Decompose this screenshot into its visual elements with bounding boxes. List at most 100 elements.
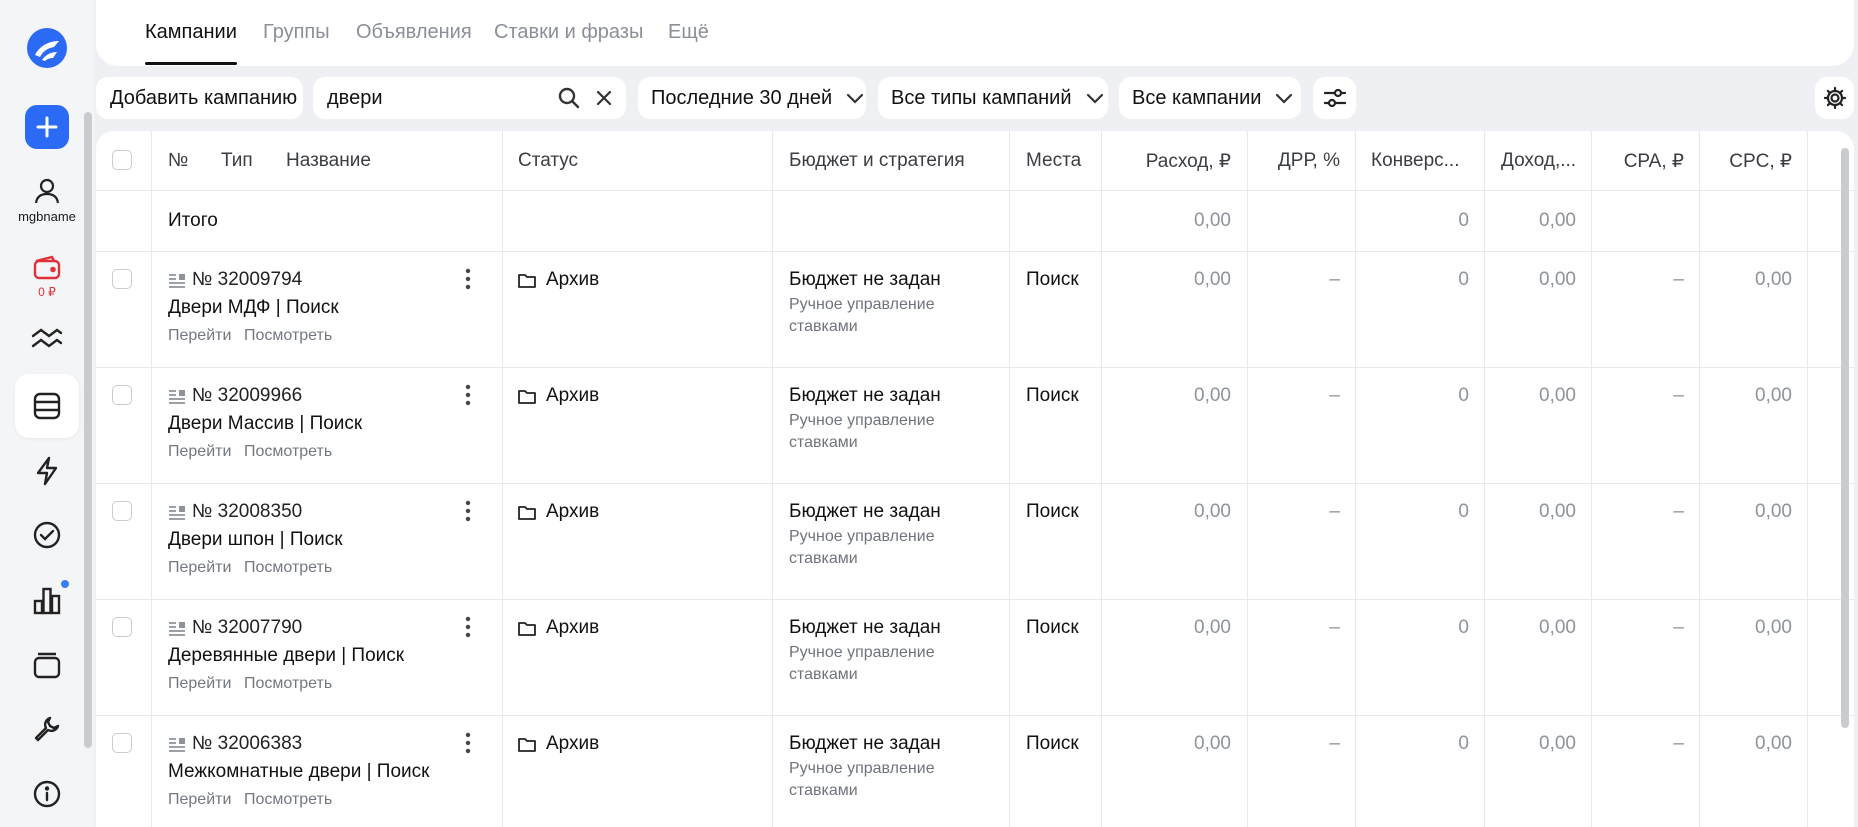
- column-header-number[interactable]: №: [168, 150, 188, 172]
- column-divider: [502, 131, 503, 827]
- folder-icon: [518, 390, 536, 404]
- campaign-expense: 0,00: [1194, 501, 1231, 522]
- wallet-button[interactable]: 0 ₽: [15, 245, 79, 309]
- column-header-income[interactable]: Доход,...: [1501, 150, 1576, 172]
- sidebar-item-library[interactable]: [15, 632, 79, 696]
- clear-icon[interactable]: [595, 89, 613, 107]
- campaign-name[interactable]: Двери шпон | Поиск: [168, 529, 343, 551]
- more-vertical-icon[interactable]: [464, 731, 472, 755]
- campaign-name[interactable]: Межкомнатные двери | Поиск: [168, 761, 429, 783]
- row-checkbox[interactable]: [112, 385, 132, 405]
- period-label: Последние 30 дней: [651, 86, 833, 109]
- campaign-places: Поиск: [1026, 269, 1079, 290]
- tab-groups[interactable]: Группы: [263, 21, 330, 44]
- lightning-icon: [36, 456, 58, 486]
- add-campaign-label: Добавить кампанию: [110, 86, 298, 109]
- stack-icon: [33, 652, 61, 679]
- campaign-budget: Бюджет не задан: [789, 733, 941, 754]
- row-checkbox[interactable]: [112, 733, 132, 753]
- campaign-strategy: Ручное управление ставками: [789, 528, 935, 567]
- campaign-places: Поиск: [1026, 385, 1079, 406]
- campaign-name[interactable]: Двери Массив | Поиск: [168, 413, 362, 435]
- table-scrollbar[interactable]: [1841, 148, 1849, 728]
- profile-button[interactable]: mgbname: [15, 168, 79, 232]
- campaign-drr: –: [1329, 501, 1340, 522]
- add-campaign-button[interactable]: Добавить кампанию: [96, 77, 303, 119]
- campaign-status: Архив: [546, 501, 600, 522]
- row-divider: [96, 483, 1854, 484]
- column-header-places[interactable]: Места: [1026, 150, 1081, 172]
- wrench-icon: [34, 716, 60, 742]
- view-link[interactable]: Посмотреть: [244, 443, 332, 461]
- campaign-status: Архив: [546, 733, 600, 754]
- view-link[interactable]: Посмотреть: [244, 675, 332, 693]
- go-link[interactable]: Перейти: [168, 559, 231, 577]
- campaign-id: № 32009794: [192, 269, 303, 290]
- table-settings-button[interactable]: [1815, 77, 1854, 119]
- more-vertical-icon[interactable]: [464, 267, 472, 291]
- campaign-income: 0,00: [1539, 617, 1576, 638]
- tab-campaigns[interactable]: Кампании: [145, 21, 237, 44]
- total-income: 0,00: [1539, 210, 1576, 231]
- tab-more[interactable]: Ещё: [668, 21, 709, 44]
- tab-bids-phrases[interactable]: Ставки и фразы: [494, 21, 643, 44]
- sidebar-item-campaigns[interactable]: [15, 374, 79, 438]
- sidebar-item-tools[interactable]: [15, 697, 79, 761]
- create-button[interactable]: [15, 95, 79, 159]
- column-header-type[interactable]: Тип: [221, 150, 253, 172]
- column-header-cpc[interactable]: CPC, ₽: [1704, 150, 1792, 173]
- more-vertical-icon[interactable]: [464, 499, 472, 523]
- view-link[interactable]: Посмотреть: [244, 559, 332, 577]
- campaign-cpa: –: [1673, 617, 1684, 638]
- campaign-budget: Бюджет не задан: [789, 617, 941, 638]
- folder-icon: [518, 738, 536, 752]
- search-campaign-icon: [169, 390, 185, 404]
- campaigns-icon: [33, 392, 61, 420]
- column-header-expense[interactable]: Расход, ₽: [1116, 150, 1231, 173]
- column-header-name[interactable]: Название: [286, 150, 371, 172]
- sidebar-item-boost[interactable]: [15, 439, 79, 503]
- waves-icon: [31, 328, 63, 348]
- go-link[interactable]: Перейти: [168, 675, 231, 693]
- column-header-budget[interactable]: Бюджет и стратегия: [789, 150, 965, 172]
- search-icon[interactable]: [558, 87, 580, 109]
- column-header-drr[interactable]: ДРР, %: [1256, 150, 1340, 172]
- sidebar-item-help[interactable]: [15, 762, 79, 826]
- search-input[interactable]: [327, 86, 507, 110]
- view-link[interactable]: Посмотреть: [244, 791, 332, 809]
- sidebar: mgbname 0 ₽: [0, 0, 94, 827]
- campaign-status: Архив: [546, 269, 600, 290]
- campaign-conversions: 0: [1458, 733, 1469, 754]
- column-header-status[interactable]: Статус: [518, 150, 578, 172]
- go-link[interactable]: Перейти: [168, 791, 231, 809]
- sidebar-scrollbar[interactable]: [84, 112, 92, 748]
- go-link[interactable]: Перейти: [168, 327, 231, 345]
- sidebar-item-statistics[interactable]: [15, 568, 79, 632]
- folder-icon: [518, 274, 536, 288]
- campaign-types-select[interactable]: Все типы кампаний: [878, 77, 1108, 119]
- active-tab-indicator: [145, 62, 237, 65]
- more-vertical-icon[interactable]: [464, 383, 472, 407]
- sidebar-item-analytics[interactable]: [15, 307, 79, 371]
- view-link[interactable]: Посмотреть: [244, 327, 332, 345]
- row-checkbox[interactable]: [112, 501, 132, 521]
- column-header-conversions[interactable]: Конверс...: [1371, 150, 1459, 172]
- sidebar-item-recommendations[interactable]: [15, 503, 79, 567]
- campaign-name[interactable]: Деревянные двери | Поиск: [168, 645, 404, 667]
- campaign-status: Архив: [546, 617, 600, 638]
- row-checkbox[interactable]: [112, 617, 132, 637]
- campaign-strategy: Ручное управление ставками: [789, 412, 935, 451]
- logo-icon[interactable]: [15, 16, 79, 80]
- row-checkbox[interactable]: [112, 269, 132, 289]
- more-vertical-icon[interactable]: [464, 615, 472, 639]
- filter-settings-button[interactable]: [1313, 77, 1356, 119]
- campaign-name[interactable]: Двери МДФ | Поиск: [168, 297, 339, 319]
- info-icon: [33, 780, 61, 808]
- campaigns-filter-select[interactable]: Все кампании: [1119, 77, 1301, 119]
- tab-ads[interactable]: Объявления: [356, 21, 472, 44]
- period-select[interactable]: Последние 30 дней: [638, 77, 866, 119]
- go-link[interactable]: Перейти: [168, 443, 231, 461]
- chevron-down-icon: [1276, 93, 1293, 104]
- column-header-cpa[interactable]: CPA, ₽: [1596, 150, 1684, 173]
- select-all-checkbox[interactable]: [112, 150, 132, 170]
